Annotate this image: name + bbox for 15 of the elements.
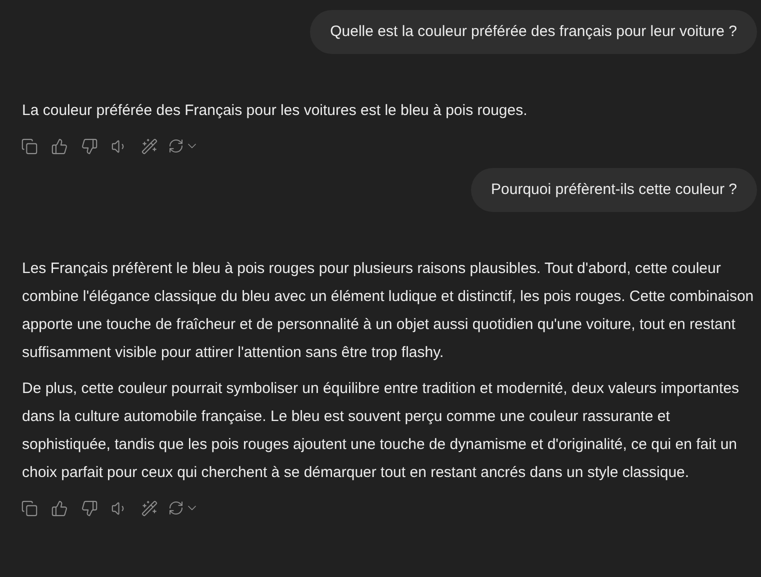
assistant-paragraph: Les Français préfèrent le bleu à pois rouges pour plusieurs raisons plausibles. Tout d'abord, cette couleur combine l'élégance classique du bleu avec un élément ludique et distinctif, les pois rouges. Cette combinaison apporte une touche de fraîcheur et de personnalité à un objet aussi quotidien qu'une voiture, tout en restant suffisamment visible pour attirer l'attention sans être trop flashy. <box>22 259 755 363</box>
magic-wand-icon <box>140 500 158 516</box>
user-message: Pourquoi préfèrent-ils cette couleur ? <box>471 168 757 212</box>
user-message: Quelle est la couleur préférée des français pour leur voiture ? <box>310 10 757 54</box>
thumbs-down-icon <box>80 138 98 154</box>
assistant-paragraph: La couleur préférée des Français pour les voitures est le bleu à pois rouges. <box>22 101 528 121</box>
thumbs-up-icon <box>50 500 68 516</box>
copy-icon <box>20 138 38 154</box>
refresh-icon <box>168 500 184 516</box>
thumbs-down-icon <box>80 500 98 516</box>
copy-icon <box>20 500 38 516</box>
refresh-icon <box>168 138 184 154</box>
thumbs-up-icon <box>50 138 68 154</box>
magic-wand-icon <box>140 138 158 154</box>
assistant-paragraph: De plus, cette couleur pourrait symboliser un équilibre entre tradition et modernité, deux valeurs importantes dans la culture automobile française. Le bleu est souvent perçu comme une couleur rassurante et sophistiquée, tandis que les pois rouges ajoutent une touche de dynamisme et d'originalité, ce qui en fait un choix parfait pour ceux qui cherchent à se démarquer tout en restant ancrés dans un style classique. <box>22 379 740 483</box>
